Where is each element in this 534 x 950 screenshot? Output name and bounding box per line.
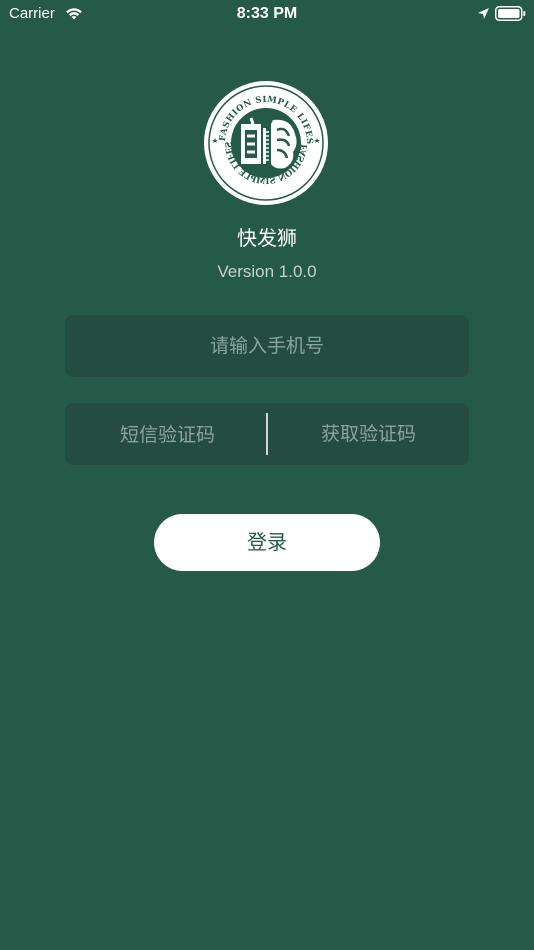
- phone-number-input[interactable]: [65, 315, 469, 377]
- version-label: Version 1.0.0: [217, 262, 317, 281]
- sms-code-input[interactable]: [65, 403, 270, 467]
- location-icon: [478, 8, 489, 19]
- sms-code-row: 获取验证码: [65, 403, 469, 467]
- app-name: 快发狮: [237, 226, 297, 250]
- status-bar: Carrier 8:33 PM: [0, 0, 534, 30]
- login-button[interactable]: 登录: [154, 514, 380, 571]
- clock-time: 8:33 PM: [236, 5, 298, 22]
- get-code-button[interactable]: 获取验证码: [268, 403, 469, 465]
- battery-icon: [495, 6, 526, 21]
- lion-logo-icon: FAST FASHION SIMPLE LIFESTYLE FAST FASHI…: [203, 80, 329, 205]
